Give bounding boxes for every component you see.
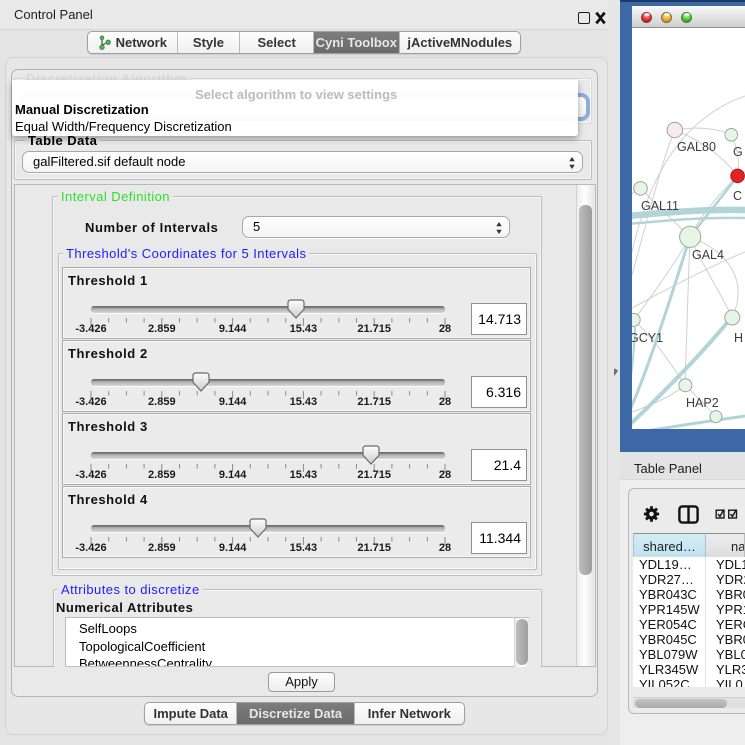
svg-text:GAL80: GAL80 — [677, 140, 716, 154]
svg-text:GAL4: GAL4 — [692, 248, 724, 262]
svg-text:G: G — [733, 145, 743, 159]
svg-text:HAP2: HAP2 — [686, 396, 719, 410]
svg-text:C: C — [733, 189, 742, 203]
svg-text:GAL11: GAL11 — [641, 199, 679, 213]
svg-text:H: H — [734, 331, 743, 345]
svg-text:GCY1: GCY1 — [632, 331, 663, 345]
